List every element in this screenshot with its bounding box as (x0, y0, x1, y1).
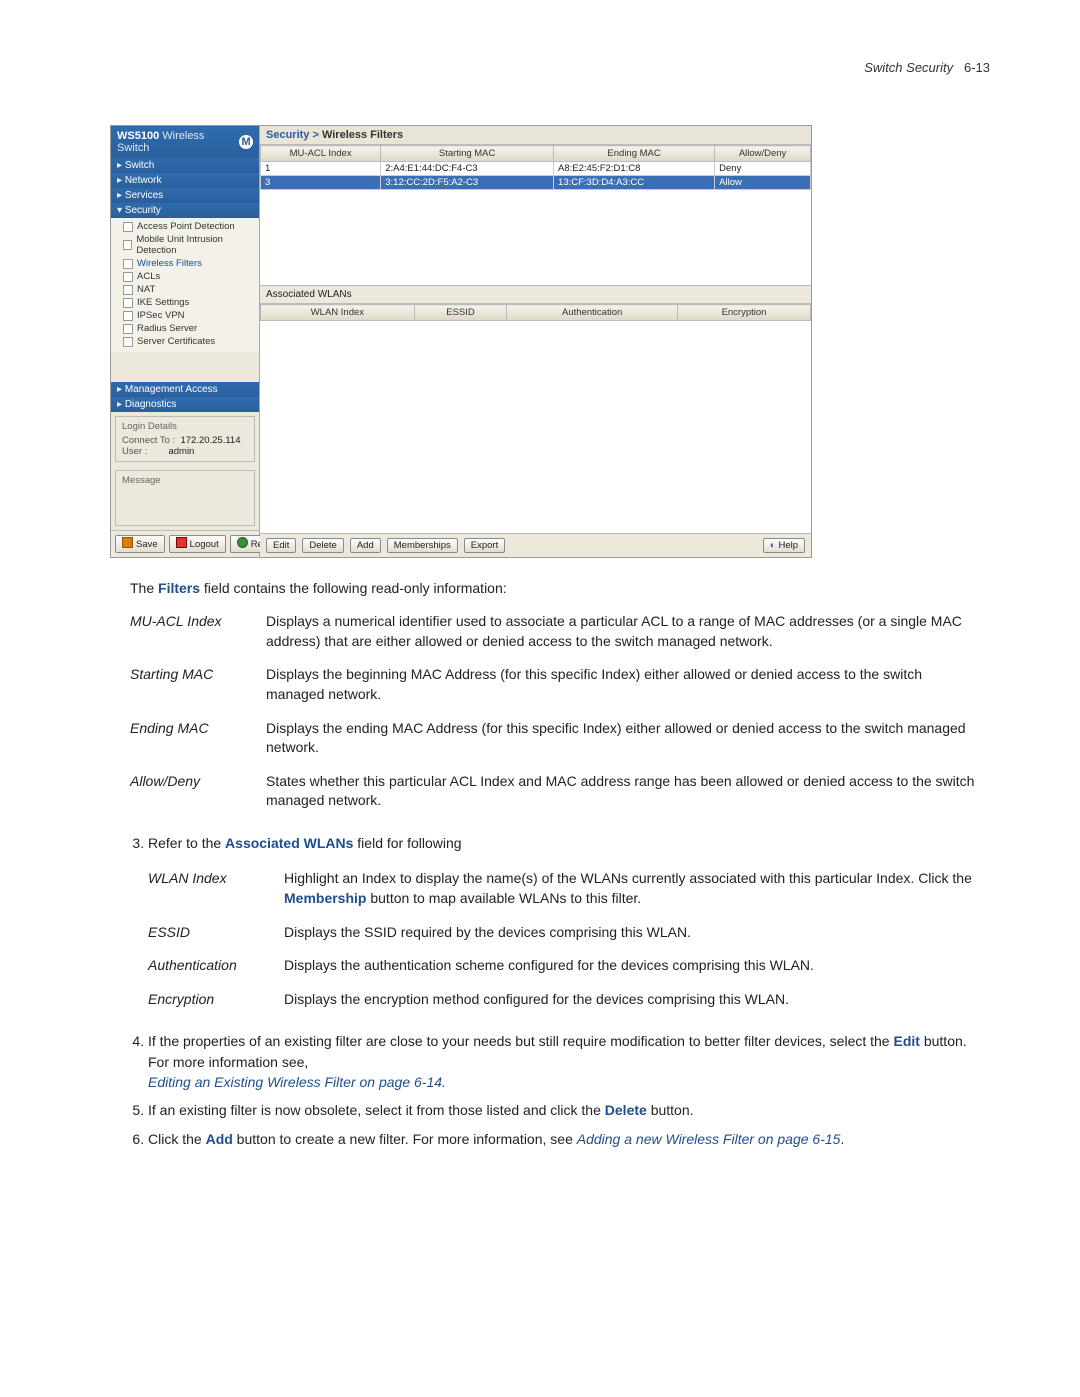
main-buttons: Edit Delete Add Memberships Export ◐ Hel… (260, 533, 811, 557)
def-row: AuthenticationDisplays the authenticatio… (148, 950, 990, 984)
link-edit-filter[interactable]: Editing an Existing Wireless Filter on p… (148, 1074, 446, 1090)
nav-security[interactable]: ▾ Security (111, 203, 259, 218)
steps-list: Refer to the Associated WLANs field for … (130, 833, 990, 1149)
delete-button[interactable]: Delete (302, 538, 343, 553)
tree-ike[interactable]: IKE Settings (123, 296, 255, 309)
tree-acls[interactable]: ACLs (123, 270, 255, 283)
nav-services[interactable]: ▸ Services (111, 188, 259, 203)
def-row: ESSIDDisplays the SSID required by the d… (148, 917, 990, 951)
def-row: WLAN Index Highlight an Index to display… (148, 863, 990, 916)
col-muacl[interactable]: MU-ACL Index (261, 146, 381, 162)
table-row[interactable]: 1 2:A4:E1:44:DC:F4-C3 A8:E2:45:F2:D1:C8 … (261, 162, 811, 176)
filters-table: MU-ACL Index Starting MAC Ending MAC All… (260, 145, 811, 190)
table-header-row: MU-ACL Index Starting MAC Ending MAC All… (261, 146, 811, 162)
login-title: Login Details (122, 421, 248, 432)
save-button[interactable]: Save (115, 535, 165, 553)
def-row: Starting MACDisplays the beginning MAC A… (130, 659, 990, 712)
tree-radius[interactable]: Radius Server (123, 322, 255, 335)
col-auth[interactable]: Authentication (507, 305, 678, 321)
nav-switch[interactable]: ▸ Switch (111, 158, 259, 173)
assoc-wlans-label: Associated WLANs (260, 286, 811, 304)
message-box: Message (115, 470, 255, 526)
tree-nat[interactable]: NAT (123, 283, 255, 296)
tree-servercerts[interactable]: Server Certificates (123, 335, 255, 348)
def-row: EncryptionDisplays the encryption method… (148, 984, 990, 1018)
filters-defs: MU-ACL IndexDisplays a numerical identif… (130, 606, 990, 819)
logout-icon (176, 537, 187, 551)
tree-muid[interactable]: Mobile Unit Intrusion Detection (123, 233, 255, 257)
nav-diag[interactable]: ▸ Diagnostics (111, 397, 259, 412)
step-3: Refer to the Associated WLANs field for … (148, 833, 990, 1017)
table-header-row: WLAN Index ESSID Authentication Encrypti… (261, 305, 811, 321)
help-button[interactable]: ◐ Help (763, 538, 805, 553)
nav-network[interactable]: ▸ Network (111, 173, 259, 188)
col-allow[interactable]: Allow/Deny (715, 146, 811, 162)
header-title: Switch Security (864, 60, 953, 75)
link-add-filter[interactable]: Adding a new Wireless Filter on page 6-1… (577, 1131, 841, 1147)
save-icon (122, 537, 133, 551)
security-subtree: Access Point Detection Mobile Unit Intru… (111, 218, 259, 352)
assoc-table: WLAN Index ESSID Authentication Encrypti… (260, 304, 811, 321)
step-4: If the properties of an existing filter … (148, 1031, 990, 1092)
col-start[interactable]: Starting MAC (381, 146, 554, 162)
brand-name: WS5100 (117, 130, 159, 142)
tree-apd[interactable]: Access Point Detection (123, 220, 255, 233)
tree-ipsec[interactable]: IPSec VPN (123, 309, 255, 322)
def-row: MU-ACL IndexDisplays a numerical identif… (130, 606, 990, 659)
help-icon: ◐ (770, 540, 776, 551)
col-end[interactable]: Ending MAC (554, 146, 715, 162)
edit-button[interactable]: Edit (266, 538, 296, 553)
sidebar-buttons: Save Logout Refresh (111, 530, 259, 557)
step-6: Click the Add button to create a new fil… (148, 1129, 990, 1149)
def-row: Allow/DenyStates whether this particular… (130, 766, 990, 819)
intro-line: The Filters field contains the following… (130, 578, 990, 598)
page-header: Switch Security 6-13 (90, 60, 990, 75)
login-details: Login Details Connect To : 172.20.25.114… (115, 416, 255, 462)
tree-wireless-filters[interactable]: Wireless Filters (123, 257, 255, 270)
filters-table-area: MU-ACL Index Starting MAC Ending MAC All… (260, 145, 811, 286)
export-button[interactable]: Export (464, 538, 505, 553)
main-pane: Security > Wireless Filters MU-ACL Index… (260, 126, 811, 557)
doc-body: The Filters field contains the following… (130, 578, 990, 1149)
nav-mgmt[interactable]: ▸ Management Access (111, 382, 259, 397)
col-wlanidx[interactable]: WLAN Index (261, 305, 415, 321)
col-enc[interactable]: Encryption (678, 305, 811, 321)
brand-logo-icon: M (239, 135, 253, 149)
assoc-table-area: WLAN Index ESSID Authentication Encrypti… (260, 304, 811, 321)
brand-bar: WS5100 Wireless Switch M (111, 126, 259, 158)
logout-button[interactable]: Logout (169, 535, 226, 553)
add-button[interactable]: Add (350, 538, 381, 553)
app-window: WS5100 Wireless Switch M ▸ Switch ▸ Netw… (110, 125, 812, 558)
def-row: Ending MACDisplays the ending MAC Addres… (130, 713, 990, 766)
memberships-button[interactable]: Memberships (387, 538, 458, 553)
step-5: If an existing filter is now obsolete, s… (148, 1100, 990, 1120)
table-row[interactable]: 3 3:12:CC:2D:F5:A2-C3 13:CF:3D:D4:A3:CC … (261, 176, 811, 190)
wlan-defs: WLAN Index Highlight an Index to display… (148, 863, 990, 1017)
sidebar: WS5100 Wireless Switch M ▸ Switch ▸ Netw… (111, 126, 260, 557)
header-pageno: 6-13 (964, 60, 990, 75)
col-essid[interactable]: ESSID (414, 305, 507, 321)
breadcrumb: Security > Wireless Filters (260, 126, 811, 145)
refresh-icon (237, 537, 248, 551)
